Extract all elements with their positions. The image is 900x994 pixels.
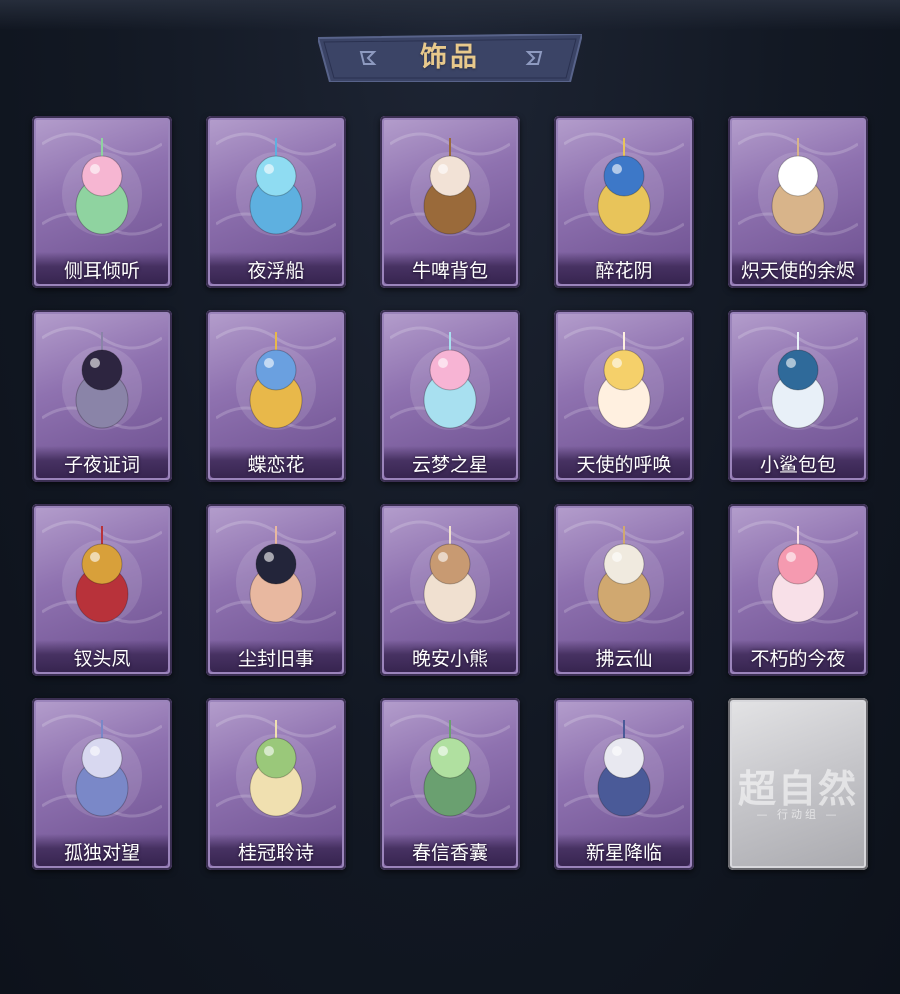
accessory-card[interactable]: 春信香囊 xyxy=(380,698,520,870)
accessory-card[interactable]: 云梦之星 xyxy=(380,310,520,482)
accessory-card[interactable]: 新星降临 xyxy=(554,698,694,870)
locked-accessory-slot[interactable]: 超自然 — 行动组 — xyxy=(728,698,868,870)
accessory-card[interactable]: 蝶恋花 xyxy=(206,310,346,482)
owl-plague-doctor-icon xyxy=(62,332,142,430)
blue-flower-fan-icon xyxy=(584,138,664,236)
accessory-name: 云梦之星 xyxy=(411,454,488,476)
cow-beer-mug-icon xyxy=(410,138,490,236)
phoenix-crown-doll-icon xyxy=(62,526,142,624)
accessory-name: 牛啤背包 xyxy=(411,260,488,282)
accessory-name: 不朽的今夜 xyxy=(750,648,846,670)
laurel-poet-charm-icon xyxy=(236,720,316,818)
accessory-card[interactable]: 天使的呼唤 xyxy=(554,310,694,482)
accessory-card[interactable]: 拂云仙 xyxy=(554,504,694,676)
accessory-name: 春信香囊 xyxy=(411,842,488,864)
accessory-name: 子夜证词 xyxy=(63,454,140,476)
accessory-card[interactable]: 醉花阴 xyxy=(554,116,694,288)
angel-girl-figure-icon xyxy=(758,138,838,236)
accessory-name: 侧耳倾听 xyxy=(63,260,140,282)
accessory-card[interactable]: 牛啤背包 xyxy=(380,116,520,288)
jellyfish-ornament-icon xyxy=(236,138,316,236)
lotus-moon-ornament-icon xyxy=(62,138,142,236)
white-deity-charm-icon xyxy=(584,526,664,624)
silver-hair-doll-icon xyxy=(62,720,142,818)
gentleman-doll-icon xyxy=(236,526,316,624)
teddy-bear-charm-icon xyxy=(410,526,490,624)
shark-bag-icon xyxy=(758,332,838,430)
accessory-name: 尘封旧事 xyxy=(237,648,314,670)
accessory-name: 蝶恋花 xyxy=(247,454,305,476)
accessory-name: 炽天使的余烬 xyxy=(740,260,855,282)
accessory-name: 拂云仙 xyxy=(595,648,653,670)
accessory-card[interactable]: 不朽的今夜 xyxy=(728,504,868,676)
accessory-card[interactable]: 子夜证词 xyxy=(32,310,172,482)
accessory-card[interactable]: 夜浮船 xyxy=(206,116,346,288)
accessory-card[interactable]: 晚安小熊 xyxy=(380,504,520,676)
accessory-card[interactable]: 钗头凤 xyxy=(32,504,172,676)
pink-fox-teacup-icon xyxy=(758,526,838,624)
butterfly-bell-wreath-icon xyxy=(236,332,316,430)
accessory-name: 晚安小熊 xyxy=(411,648,488,670)
accessory-card[interactable]: 小鲨包包 xyxy=(728,310,868,482)
green-sachet-icon xyxy=(410,720,490,818)
locked-watermark-sub: — 行动组 — xyxy=(756,808,840,821)
accessory-card[interactable]: 尘封旧事 xyxy=(206,504,346,676)
accessory-name: 醉花阴 xyxy=(595,260,653,282)
halo-angel-icon xyxy=(584,332,664,430)
accessory-card[interactable]: 侧耳倾听 xyxy=(32,116,172,288)
star-boy-charm-icon xyxy=(584,720,664,818)
accessory-name: 夜浮船 xyxy=(247,260,305,282)
accessory-card[interactable]: 炽天使的余烬 xyxy=(728,116,868,288)
accessory-card[interactable]: 桂冠聆诗 xyxy=(206,698,346,870)
accessory-name: 天使的呼唤 xyxy=(576,454,672,476)
accessory-card[interactable]: 孤独对望 xyxy=(32,698,172,870)
accessory-name: 新星降临 xyxy=(585,842,662,864)
locked-watermark: 超自然 xyxy=(737,766,858,811)
rainbow-unicorn-icon xyxy=(410,332,490,430)
accessory-name: 小鲨包包 xyxy=(759,454,836,476)
accessory-name: 钗头凤 xyxy=(73,648,131,670)
accessory-name: 桂冠聆诗 xyxy=(237,842,314,864)
accessory-name: 孤独对望 xyxy=(63,842,140,864)
accessory-grid: 超自然 — 行动组 — 侧耳倾听 夜浮船 牛啤背包 醉花阴 炽天使的余烬子夜证词 蝶恋花 云… xyxy=(0,0,900,994)
